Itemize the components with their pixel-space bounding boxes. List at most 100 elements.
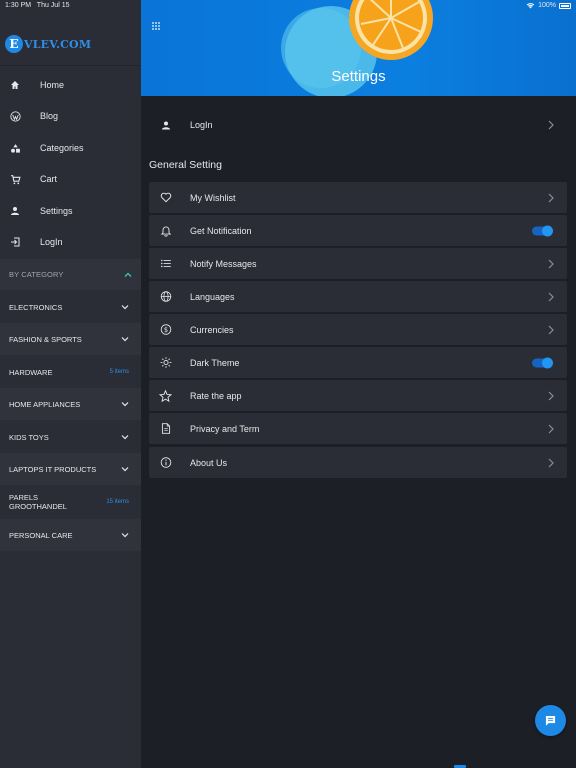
bell-icon (159, 224, 172, 237)
divider (0, 65, 141, 66)
sidebar: E VLEV.COM Home Blog Categories Cart Set… (0, 0, 141, 768)
categories-icon (9, 142, 21, 154)
category-label: PERSONAL CARE (9, 530, 73, 540)
sidebar-item-label: Cart (40, 174, 58, 184)
category-label: KIDS TOYS (9, 432, 49, 442)
category-label: ELECTRONICS (9, 302, 63, 312)
notification-toggle[interactable] (532, 225, 553, 236)
setting-label: Privacy and Term (190, 423, 260, 434)
category-item-fashion-sports[interactable]: FASHION & SPORTS (0, 323, 141, 355)
by-category-header[interactable]: BY CATEGORY (0, 259, 141, 290)
setting-label: Notify Messages (190, 258, 257, 269)
chat-icon (545, 715, 556, 726)
category-label: FASHION & SPORTS (9, 334, 82, 344)
chat-button[interactable] (535, 705, 566, 736)
globe-icon (159, 290, 172, 303)
setting-privacy-term[interactable]: Privacy and Term (149, 413, 567, 444)
header-banner: Settings (141, 0, 576, 96)
setting-label: About Us (190, 457, 228, 468)
toggle-knob (542, 225, 553, 236)
sidebar-item-settings[interactable]: Settings (0, 196, 141, 226)
info-icon (159, 456, 172, 469)
sidebar-item-categories[interactable]: Categories (0, 133, 141, 163)
category-count: 5 items (109, 369, 129, 375)
sidebar-item-label: LogIn (40, 237, 63, 247)
category-item-personal-care[interactable]: PERSONAL CARE (0, 519, 141, 551)
setting-label: My Wishlist (190, 192, 236, 203)
chevron-up-icon (124, 272, 132, 277)
cart-icon (9, 173, 21, 185)
login-icon (9, 236, 21, 248)
setting-rate-app[interactable]: Rate the app (149, 380, 567, 411)
sidebar-item-login[interactable]: LogIn (0, 227, 141, 257)
setting-label: Languages (190, 291, 235, 302)
status-time-date: 1:30 PM Thu Jul 15 (5, 2, 69, 9)
setting-label: Get Notification (190, 225, 252, 236)
category-item-parels[interactable]: PARELS GROOTHANDEL 15 items (0, 486, 141, 518)
login-row[interactable]: LogIn (149, 110, 567, 140)
category-count: 15 items (106, 499, 129, 505)
brand-logo[interactable]: E VLEV.COM (5, 35, 91, 53)
setting-about-us[interactable]: About Us (149, 447, 567, 478)
setting-label: Rate the app (190, 390, 242, 401)
chevron-right-icon (548, 325, 554, 334)
setting-dark-theme[interactable]: Dark Theme (149, 347, 567, 378)
sidebar-item-home[interactable]: Home (0, 70, 141, 100)
setting-currencies[interactable]: $ Currencies (149, 314, 567, 345)
person-icon (9, 205, 21, 217)
setting-notify-messages[interactable]: Notify Messages (149, 248, 567, 279)
chevron-right-icon (548, 424, 554, 433)
battery-percent: 100% (538, 2, 556, 9)
logo-text: VLEV.COM (24, 37, 92, 51)
sidebar-item-cart[interactable]: Cart (0, 164, 141, 194)
toggle-knob (542, 357, 553, 368)
svg-text:$: $ (163, 326, 167, 334)
category-label: PARELS GROOTHANDEL (9, 493, 67, 511)
menu-grid-icon[interactable] (151, 21, 163, 33)
dark-theme-toggle[interactable] (532, 357, 553, 368)
chevron-right-icon (548, 259, 554, 268)
sun-icon (159, 356, 172, 369)
sidebar-item-label: Blog (40, 111, 59, 121)
sidebar-item-label: Categories (40, 143, 84, 153)
star-icon (159, 389, 172, 402)
chevron-down-icon (121, 435, 129, 440)
sidebar-item-label: Home (40, 80, 65, 90)
chevron-down-icon (121, 402, 129, 407)
setting-get-notification[interactable]: Get Notification (149, 215, 567, 246)
category-item-kids-toys[interactable]: KIDS TOYS (0, 421, 141, 453)
sidebar-item-blog[interactable]: Blog (0, 101, 141, 131)
chevron-down-icon (121, 305, 129, 310)
list-icon (159, 257, 172, 270)
category-label: HARDWARE (9, 367, 53, 377)
wifi-icon (526, 3, 535, 9)
chevron-right-icon (548, 193, 554, 202)
logo-mark: E (5, 35, 23, 53)
category-item-laptops[interactable]: LAPTOPS IT PRODUCTS (0, 453, 141, 485)
person-icon (159, 119, 172, 132)
category-item-hardware[interactable]: HARDWARE 5 items (0, 356, 141, 388)
category-item-home-appliances[interactable]: HOME APPLIANCES (0, 388, 141, 420)
status-date: Thu Jul 15 (36, 2, 70, 9)
chevron-right-icon (548, 458, 554, 467)
document-icon (159, 422, 172, 435)
home-icon (9, 79, 21, 91)
category-item-electronics[interactable]: ELECTRONICS (0, 291, 141, 323)
setting-label: Currencies (190, 324, 234, 335)
chevron-right-icon (548, 391, 554, 400)
by-category-label: BY CATEGORY (9, 270, 64, 279)
login-label: LogIn (190, 120, 213, 130)
wordpress-icon (9, 110, 21, 122)
chevron-right-icon (548, 292, 554, 301)
setting-my-wishlist[interactable]: My Wishlist (149, 182, 567, 213)
category-label: HOME APPLIANCES (9, 399, 81, 409)
status-bar: 1:30 PM Thu Jul 15 100% (0, 0, 576, 12)
setting-label: Dark Theme (190, 357, 240, 368)
battery-icon (559, 2, 571, 9)
setting-languages[interactable]: Languages (149, 281, 567, 312)
status-right: 100% (526, 2, 571, 9)
category-label: LAPTOPS IT PRODUCTS (9, 464, 97, 474)
status-time: 1:30 PM (5, 2, 32, 9)
chevron-right-icon (548, 120, 554, 130)
chevron-down-icon (121, 337, 129, 342)
